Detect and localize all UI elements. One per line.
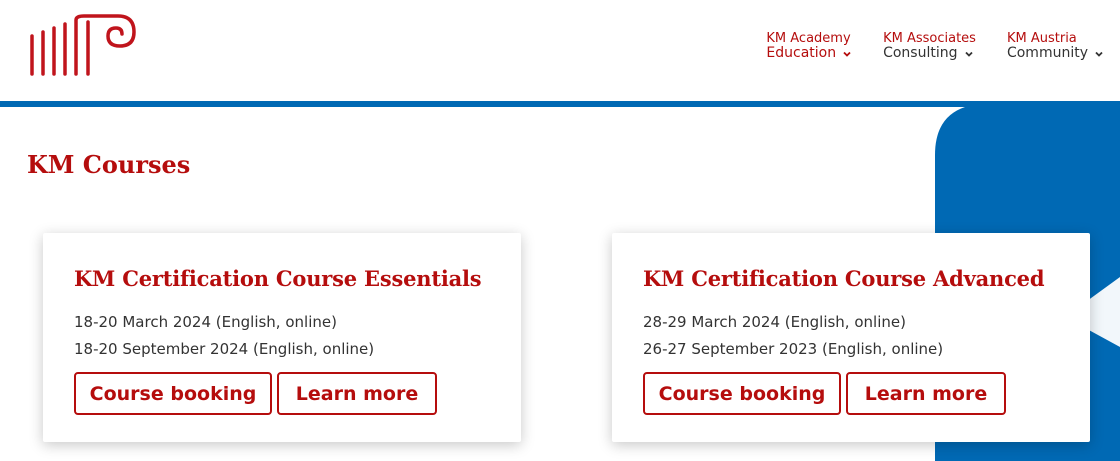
course-booking-button[interactable]: Course booking bbox=[74, 372, 272, 415]
course-dates: 28-29 March 2024 (English, online) 26-27… bbox=[643, 309, 943, 363]
nav-academy-subtitle[interactable]: Education bbox=[766, 46, 852, 61]
nav-item-km-academy[interactable]: KM Academy Education bbox=[766, 31, 852, 61]
site-header: KM Academy Education KM Associates Consu… bbox=[0, 0, 1120, 101]
nav-associates-label[interactable]: Consulting bbox=[883, 46, 957, 61]
course-date: 26-27 September 2023 (English, online) bbox=[643, 340, 944, 358]
course-actions: Course booking Learn more bbox=[74, 372, 442, 415]
course-booking-button[interactable]: Course booking bbox=[643, 372, 841, 415]
course-actions: Course booking Learn more bbox=[643, 372, 1011, 415]
nav-associates-title[interactable]: KM Associates bbox=[883, 31, 976, 46]
main-navigation: KM Academy Education KM Associates Consu… bbox=[766, 31, 1120, 61]
course-title: KM Certification Course Advanced bbox=[643, 266, 1045, 291]
course-title: KM Certification Course Essentials bbox=[74, 266, 482, 291]
nav-academy-title[interactable]: KM Academy bbox=[766, 31, 852, 46]
nav-austria-title[interactable]: KM Austria bbox=[1007, 31, 1104, 46]
nav-austria-label[interactable]: Community bbox=[1007, 46, 1088, 61]
course-dates: 18-20 March 2024 (English, online) 18-20… bbox=[74, 309, 374, 363]
nav-item-km-austria[interactable]: KM Austria Community bbox=[1007, 31, 1104, 61]
learn-more-button[interactable]: Learn more bbox=[277, 372, 437, 415]
learn-more-button[interactable]: Learn more bbox=[846, 372, 1006, 415]
chevron-down-icon[interactable] bbox=[964, 49, 974, 59]
km-logo[interactable] bbox=[28, 12, 140, 78]
nav-academy-label[interactable]: Education bbox=[766, 46, 836, 61]
course-date: 18-20 September 2024 (English, online) bbox=[74, 340, 375, 358]
nav-austria-subtitle[interactable]: Community bbox=[1007, 46, 1104, 61]
chevron-down-icon[interactable] bbox=[1094, 49, 1104, 59]
nav-associates-subtitle[interactable]: Consulting bbox=[883, 46, 976, 61]
course-date: 28-29 March 2024 (English, online) bbox=[643, 313, 906, 331]
course-date: 18-20 March 2024 (English, online) bbox=[74, 313, 337, 331]
chevron-down-icon[interactable] bbox=[842, 49, 852, 59]
course-card-advanced: KM Certification Course Advanced 28-29 M… bbox=[612, 233, 1090, 442]
page-title: KM Courses bbox=[27, 150, 191, 179]
course-card-essentials: KM Certification Course Essentials 18-20… bbox=[43, 233, 521, 442]
nav-item-km-associates[interactable]: KM Associates Consulting bbox=[883, 31, 976, 61]
